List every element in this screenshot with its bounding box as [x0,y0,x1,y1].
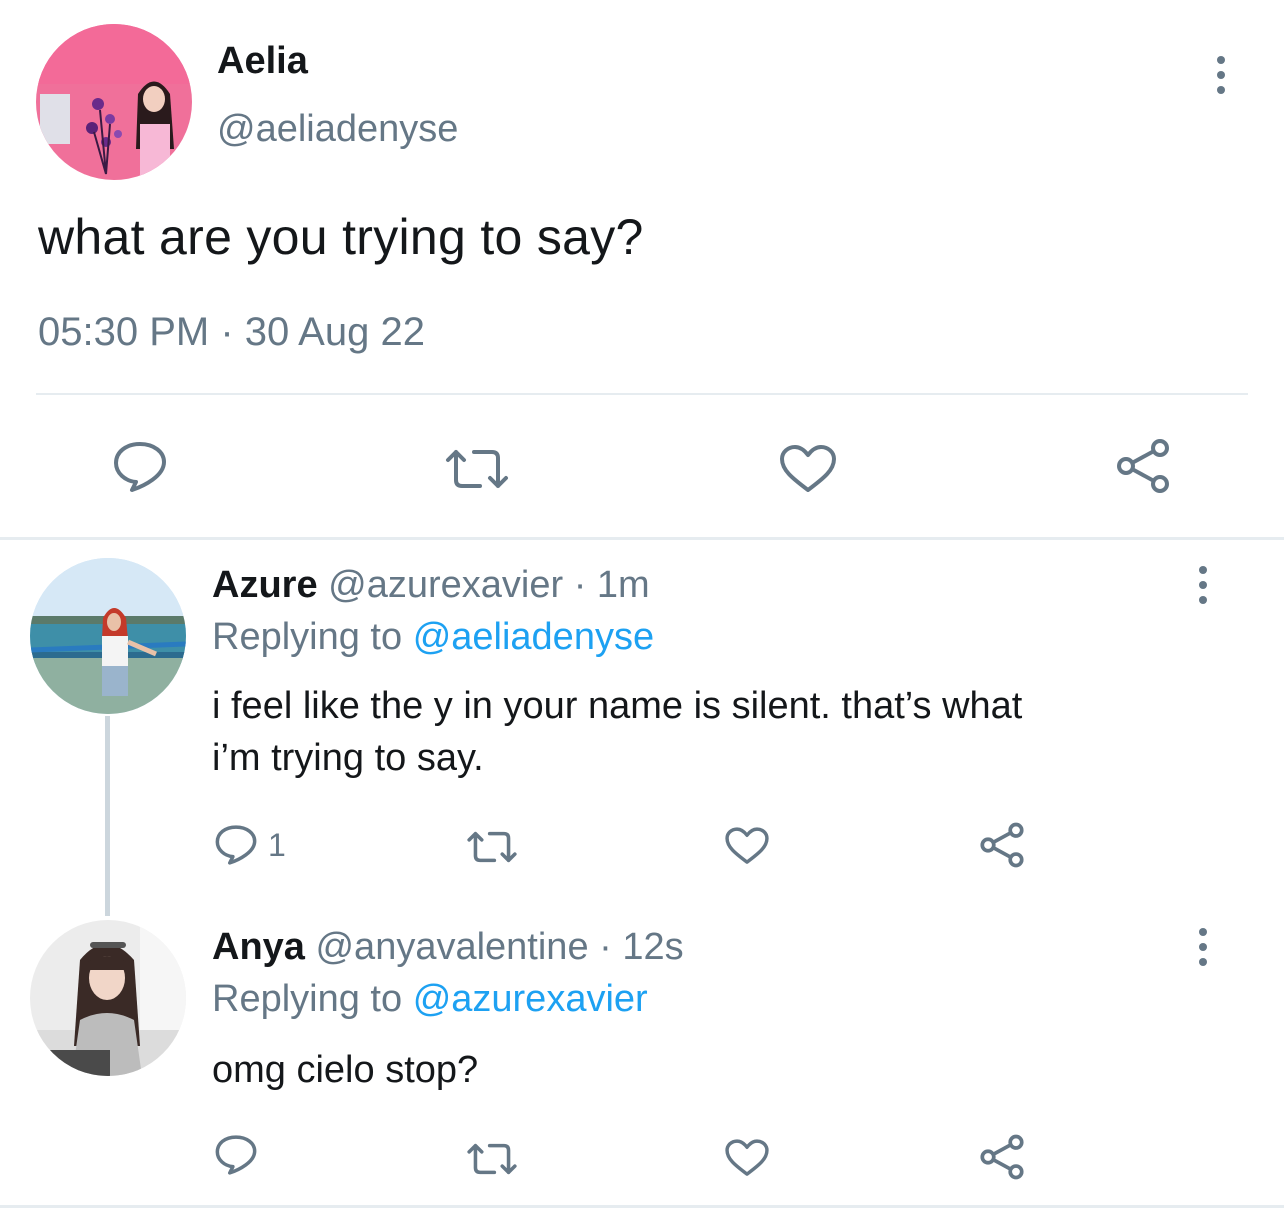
main-tweet: Aelia @aeliadenyse what are you trying t… [0,0,1284,536]
share-button[interactable] [1114,438,1172,494]
retweet-icon [467,831,517,863]
retweet-icon [467,1143,517,1175]
like-button[interactable] [778,444,838,494]
share-icon [1117,439,1169,493]
bottom-divider [0,1205,1284,1208]
avatar[interactable] [30,558,186,714]
reply-text: i feel like the y in your name is silent… [212,680,1212,784]
share-button[interactable] [978,1134,1026,1180]
more-options-button[interactable] [1188,566,1218,604]
tweet-timestamp[interactable]: 05:30 PM · 30 Aug 22 [38,310,425,355]
reply-button[interactable] [112,440,168,494]
author-name[interactable]: Azure [212,564,318,606]
author-handle-time[interactable]: @azurexavier · 1m [328,564,650,606]
retweet-button[interactable] [444,448,510,490]
reply-text-line: omg cielo stop? [212,1049,479,1091]
tweet-text: what are you trying to say? [38,209,644,265]
avatar[interactable] [30,920,186,1076]
retweet-button[interactable] [466,830,518,864]
mention-link[interactable]: @aeliadenyse [413,616,654,658]
divider [36,393,1248,395]
share-icon [980,822,1024,868]
share-icon [980,1134,1024,1180]
reply-header: Azure @azurexavier · 1m [212,564,650,607]
more-dot-icon [1199,581,1207,589]
replying-prefix: Replying to [212,616,403,658]
reply-button[interactable]: 1 [214,824,286,866]
replying-to: Replying to @aeliadenyse [212,616,654,659]
avatar-image [36,24,192,180]
thread-connector [105,716,110,916]
more-dot-icon [1199,943,1207,951]
reply-text-line: i’m trying to say. [212,737,484,779]
reply-text-line: i feel like the y in your name is silent… [212,685,1023,727]
more-dot-icon [1199,928,1207,936]
replying-to: Replying to @azurexavier [212,978,648,1021]
more-dot-icon [1217,56,1225,64]
retweet-icon [446,450,508,488]
reply-text: omg cielo stop? [212,1044,1212,1096]
more-dot-icon [1199,958,1207,966]
more-dot-icon [1199,566,1207,574]
retweet-button[interactable] [466,1142,518,1176]
author-name[interactable]: Anya [212,926,305,968]
more-options-button[interactable] [1188,928,1218,966]
avatar-image [30,920,186,1076]
section-divider [0,537,1284,540]
avatar-image [30,558,186,714]
author-handle-time[interactable]: @anyavalentine · 12s [315,926,683,968]
share-button[interactable] [978,822,1026,868]
reply-count: 1 [268,826,286,863]
reply-header: Anya @anyavalentine · 12s [212,926,684,969]
like-button[interactable] [724,1138,770,1178]
like-button[interactable] [724,826,770,866]
more-options-button[interactable] [1206,56,1236,94]
author-name[interactable]: Aelia [217,40,308,83]
reply-button[interactable] [214,1134,258,1176]
more-dot-icon [1217,86,1225,94]
reply-icon [114,442,166,492]
author-handle[interactable]: @aeliadenyse [217,108,458,151]
reply-icon [215,1135,257,1175]
heart-icon [725,1139,769,1176]
heart-icon [780,445,836,492]
more-dot-icon [1199,596,1207,604]
heart-icon [725,827,769,864]
mention-link[interactable]: @azurexavier [413,978,648,1020]
replying-prefix: Replying to [212,978,403,1020]
avatar[interactable] [36,24,192,180]
more-dot-icon [1217,71,1225,79]
reply-icon [215,825,257,865]
